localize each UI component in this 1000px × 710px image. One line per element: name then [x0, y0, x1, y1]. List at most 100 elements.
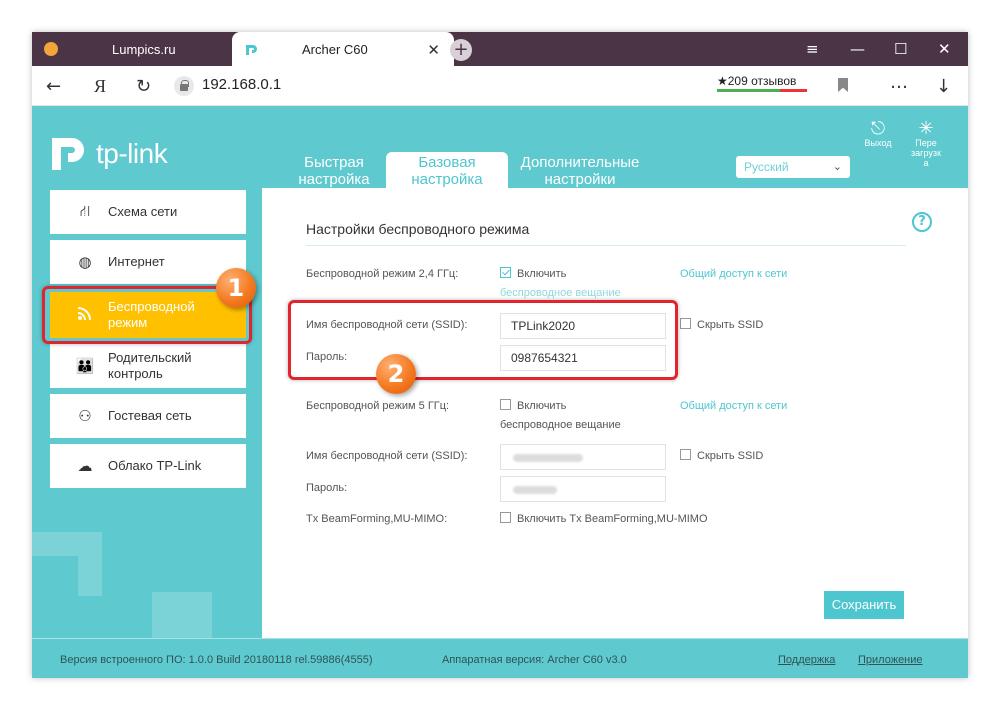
checkbox-label: Включить Tx BeamForming,MU-MIMO [517, 513, 708, 525]
checkbox-checked-icon [500, 267, 511, 278]
tab-label: настройка [411, 171, 483, 188]
new-tab-button[interactable]: + [450, 39, 472, 61]
minimize-icon[interactable]: — [850, 40, 865, 58]
checkbox-label: Скрыть SSID [697, 319, 764, 331]
checkbox-icon [680, 449, 691, 460]
logout-button[interactable]: ⎋ Выход [858, 118, 898, 148]
sidebar-item-label: Интернет [108, 254, 165, 269]
sidebar-item-internet[interactable]: ◍ Интернет [50, 240, 246, 284]
sidebar-item-guest[interactable]: ⚇ Гостевая сеть [50, 394, 246, 438]
tab-label: Lumpics.ru [112, 41, 176, 57]
blurred-value [513, 486, 557, 494]
label-line: контроль [108, 366, 163, 381]
section-divider [306, 245, 906, 246]
parental-icon: 👪 [75, 358, 95, 375]
annotation-marker-1: 1 [216, 268, 256, 308]
checkbox-icon [500, 399, 511, 410]
tab-advanced-setup[interactable]: Дополнительные настройки [510, 152, 650, 188]
logo-text: tp-link [96, 138, 168, 169]
tab-label: настройки [544, 171, 616, 188]
reviews-text: ★209 отзывов [717, 74, 797, 88]
label-line: Родительский [108, 350, 192, 365]
lock-icon[interactable] [174, 76, 194, 96]
blurred-value [513, 454, 583, 462]
band5-hide-ssid-checkbox[interactable]: Скрыть SSID [680, 447, 763, 465]
checkbox-icon [680, 318, 691, 329]
language-select[interactable]: Русский ⌄ [736, 156, 850, 178]
section-title: Настройки беспроводного режима [306, 221, 530, 237]
cloud-icon: ☁ [77, 458, 93, 475]
decor-shape [152, 592, 212, 638]
bookmark-icon[interactable] [838, 78, 848, 92]
tab-label: Быстрая [304, 154, 364, 171]
app-link[interactable]: Приложение [858, 654, 923, 666]
sidebar-item-label: Родительский контроль [108, 350, 192, 382]
reboot-button[interactable]: ✳ Пере загрузк а [906, 118, 946, 168]
footer: Версия встроенного ПО: 1.0.0 Build 20180… [32, 638, 968, 678]
beamforming-label: Tx BeamForming,MU-MIMO: [306, 513, 448, 525]
reboot-label: а [923, 158, 929, 168]
logout-icon: ⎋ [870, 118, 886, 138]
lumpics-favicon-icon [44, 42, 58, 56]
checkbox-label: Скрыть SSID [697, 450, 764, 462]
decor-shape [78, 556, 102, 596]
menu-icon[interactable]: ≡ [806, 40, 819, 58]
content-panel: Настройки беспроводного режима ? Беспров… [262, 188, 968, 638]
logout-label: Выход [864, 138, 892, 148]
yandex-icon[interactable]: Я [94, 76, 106, 97]
reboot-label: загрузк [911, 148, 941, 158]
back-icon[interactable]: ← [46, 76, 61, 97]
globe-icon: ◍ [78, 254, 92, 271]
band5-password-input[interactable] [500, 476, 666, 502]
beamforming-checkbox[interactable]: Включить Tx BeamForming,MU-MIMO [500, 510, 708, 528]
annotation-frame-fields [288, 300, 678, 380]
sidebar-item-label: Гостевая сеть [108, 408, 192, 423]
tplink-logo-icon [50, 132, 90, 176]
language-value: Русский [744, 160, 789, 174]
close-tab-icon[interactable]: ✕ [427, 41, 440, 59]
band24-hide-ssid-checkbox[interactable]: Скрыть SSID [680, 316, 763, 334]
tplink-favicon-icon [244, 41, 260, 57]
more-icon[interactable]: … [890, 72, 908, 93]
band5-share-link[interactable]: Общий доступ к сети [680, 400, 787, 412]
sidebar-item-cloud[interactable]: ☁ Облако TP-Link [50, 444, 246, 488]
hardware-version: Аппаратная версия: Archer C60 v3.0 [442, 654, 627, 666]
reboot-label: Пере [915, 138, 937, 148]
tab-archer[interactable]: Archer C60 ✕ [232, 32, 454, 66]
save-button[interactable]: Сохранить [824, 591, 904, 619]
band5-ssid-label: Имя беспроводной сети (SSID): [306, 450, 468, 462]
tab-bar: Lumpics.ru Archer C60 ✕ + ≡ — ☐ ✕ [32, 32, 968, 66]
tab-label: Archer C60 [302, 41, 368, 57]
band5-enable-label2: беспроводное вещание [500, 416, 621, 434]
band5-enable-checkbox[interactable]: Включить [500, 397, 566, 415]
band24-share-link[interactable]: Общий доступ к сети [680, 268, 787, 280]
reload-icon[interactable]: ↻ [136, 76, 151, 97]
annotation-marker-2: 2 [376, 354, 416, 394]
checkbox-label: беспроводное вещание [500, 287, 621, 299]
tab-label: Дополнительные [520, 154, 640, 171]
sidebar-item-label: Схема сети [108, 204, 178, 219]
decor-shape [32, 532, 102, 556]
checkbox-icon [500, 512, 511, 523]
sidebar-item-network-map[interactable]: ⛙ Схема сети [50, 190, 246, 234]
maximize-icon[interactable]: ☐ [894, 40, 907, 58]
browser-window: Lumpics.ru Archer C60 ✕ + ≡ — ☐ ✕ ← Я ↻ … [32, 32, 968, 678]
guest-icon: ⚇ [78, 408, 92, 425]
tab-lumpics[interactable]: Lumpics.ru [32, 32, 232, 66]
reviews-badge[interactable]: ★209 отзывов [717, 74, 807, 92]
sidebar-item-parental[interactable]: 👪 Родительский контроль [50, 344, 246, 388]
tab-label: настройка [298, 171, 370, 188]
reboot-icon: ✳ [918, 118, 934, 138]
band24-enable-checkbox[interactable]: Включить [500, 265, 566, 283]
download-icon[interactable]: ↓ [936, 76, 951, 97]
sidebar-item-label: Облако TP-Link [108, 458, 202, 473]
tab-quick-setup[interactable]: Быстрая настройка [278, 152, 390, 188]
support-link[interactable]: Поддержка [778, 654, 835, 666]
tab-basic-setup[interactable]: Базовая настройка [386, 152, 508, 188]
rating-bar [717, 89, 807, 92]
help-icon[interactable]: ? [912, 212, 932, 232]
band5-ssid-input[interactable] [500, 444, 666, 470]
close-window-icon[interactable]: ✕ [938, 40, 951, 58]
url-field[interactable]: 192.168.0.1 [202, 76, 281, 93]
tab-label: Базовая [418, 154, 476, 171]
